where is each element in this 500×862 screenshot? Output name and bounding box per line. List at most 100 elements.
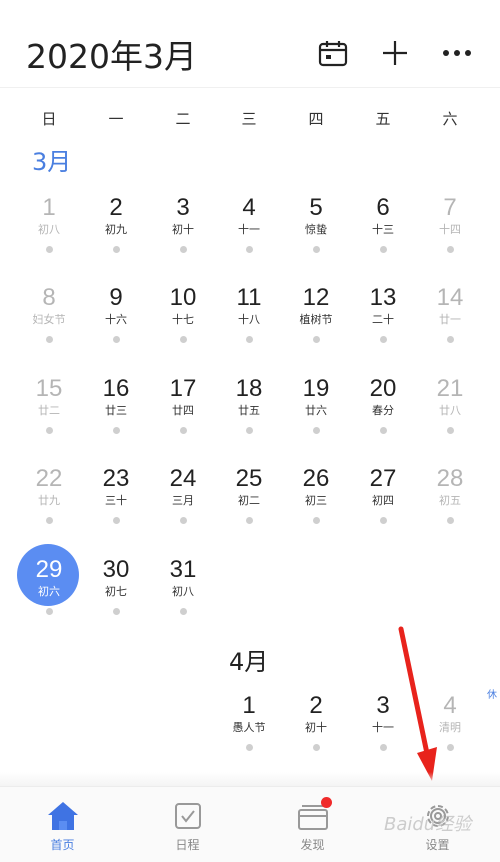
lunar-date: 初十 [172,223,194,236]
day-cell[interactable]: 2 初十 [283,692,349,780]
day-cell[interactable]: 17 廿四 [150,375,216,463]
day-number: 2 [309,692,323,719]
day-cell[interactable]: 28 初五 [417,465,483,553]
event-dot [312,336,320,343]
day-cell-today[interactable]: 29 初六 [16,544,82,644]
day-cell[interactable]: 21 廿八 [417,375,483,463]
day-cell[interactable]: 18 廿五 [216,375,282,463]
day-number: 1 [242,692,256,719]
day-cell[interactable]: 23 三十 [83,465,149,553]
lunar-date: 初六 [38,585,60,598]
lunar-date: 十四 [439,223,461,236]
day-cell[interactable]: 10 十七 [150,284,216,372]
event-dot [245,246,253,253]
calendar-today-button[interactable] [316,36,350,70]
event-dot [112,427,120,434]
day-number: 22 [35,465,63,492]
lunar-date: 初七 [105,585,127,598]
day-cell[interactable]: 20 春分 [350,375,416,463]
day-cell[interactable]: 1 愚人节 [216,692,282,780]
day-number: 24 [169,465,197,492]
lunar-date: 十一 [238,223,260,236]
day-number: 23 [102,465,130,492]
day-number: 10 [169,284,197,311]
page-title: 2020年3月 [26,37,197,76]
day-number: 25 [235,465,263,492]
day-cell[interactable]: 14 廿一 [417,284,483,372]
day-cell[interactable]: 27 初四 [350,465,416,553]
weekday-header: 日 一 二 三 四 五 六 [0,100,500,134]
lunar-date: 十七 [172,313,194,326]
weekday-label: 五 [375,110,391,128]
day-cell[interactable]: 24 三月 [150,465,216,553]
day-cell[interactable]: 31 初八 [150,556,216,644]
event-dot [312,246,320,253]
weekday-label: 三 [241,110,257,128]
day-cell[interactable]: 5 惊蛰 [283,194,349,282]
month-label-march: 3月 [32,148,72,176]
day-cell[interactable]: 13 二十 [350,284,416,372]
day-cell[interactable]: 15 廿二 [16,375,82,463]
weekday-label: 六 [442,110,458,128]
event-dot [45,608,53,615]
day-number: 31 [169,556,197,583]
day-number: 2 [109,194,123,221]
day-cell[interactable]: 7 十四 [417,194,483,282]
day-cell[interactable]: 9 十六 [83,284,149,372]
add-event-button[interactable] [378,36,412,70]
event-dot [179,517,187,524]
day-cell[interactable]: 12 植树节 [283,284,349,372]
day-number: 11 [236,284,262,311]
event-dot [45,336,53,343]
lunar-date: 初十 [305,721,327,734]
lunar-date: 廿六 [305,404,327,417]
lunar-date: 植树节 [299,313,333,326]
day-cell[interactable]: 2 初九 [83,194,149,282]
event-dot [179,246,187,253]
day-cell[interactable]: 25 初二 [216,465,282,553]
event-dot [45,246,53,253]
day-cell[interactable]: 3 初十 [150,194,216,282]
lunar-date: 廿九 [38,494,60,507]
notification-badge [321,797,332,808]
lunar-date: 廿八 [439,404,461,417]
day-number: 4 [242,194,256,221]
day-cell[interactable]: 30 初七 [83,556,149,644]
day-cell[interactable]: 26 初三 [283,465,349,553]
tab-label: 日程 [175,838,200,852]
day-number: 20 [369,375,397,402]
day-cell[interactable]: 1 初八 [16,194,82,282]
event-dot [45,517,53,524]
event-dot [179,427,187,434]
day-number: 28 [436,465,464,492]
event-dot [446,427,454,434]
lunar-date: 初八 [38,223,60,236]
day-number: 9 [109,284,123,311]
more-icon [443,50,471,56]
day-cell[interactable]: 6 十三 [350,194,416,282]
day-cell[interactable]: 22 廿九 [16,465,82,553]
event-dot [446,336,454,343]
day-cell[interactable]: 16 廿三 [83,375,149,463]
event-dot [245,744,253,751]
home-icon [48,802,78,830]
lunar-date: 三月 [172,494,194,507]
tab-schedule[interactable]: 日程 [125,787,250,862]
more-button[interactable] [440,36,474,70]
day-cell[interactable]: 4 十一 [216,194,282,282]
day-number: 26 [302,465,330,492]
day-number: 19 [302,375,330,402]
day-cell[interactable]: 19 廿六 [283,375,349,463]
checkbox-icon [175,803,201,829]
day-cell[interactable]: 11 十八 [216,284,282,372]
tab-discover[interactable]: 发现 [250,787,375,862]
day-number: 7 [443,194,457,221]
day-number: 14 [436,284,464,311]
event-dot [312,744,320,751]
tab-home[interactable]: 首页 [0,787,125,862]
calendar-icon [318,41,348,67]
day-cell[interactable]: 8 妇女节 [16,284,82,372]
day-number: 29 [35,556,63,583]
day-number: 18 [235,375,263,402]
weekday-label: 四 [308,110,324,128]
